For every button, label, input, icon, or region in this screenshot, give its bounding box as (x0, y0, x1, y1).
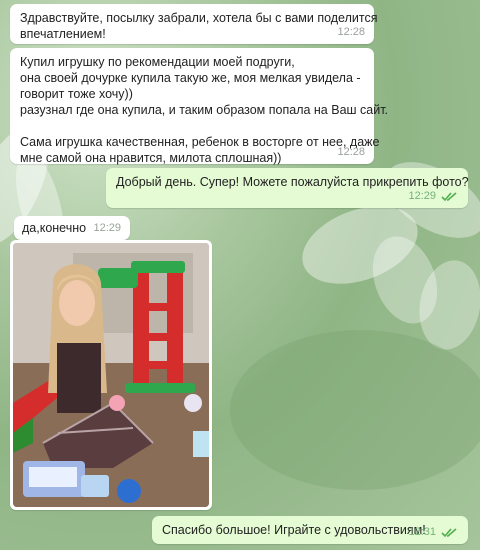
message-text: разузнал где она купила, и таким образом… (20, 103, 389, 117)
photo-illustration (13, 243, 209, 507)
double-check-icon (441, 192, 457, 202)
message-text: мне самой она нравится, милота сплошная)… (20, 151, 282, 165)
incoming-message[interactable]: Здравствуйте, посылку забрали, хотела бы… (10, 4, 378, 44)
message-time: 12:28 (337, 146, 365, 158)
message-text: она своей дочурке купила такую же, моя м… (20, 71, 361, 85)
message-text: Купил игрушку по рекомендации моей подру… (20, 55, 295, 69)
outgoing-message[interactable]: Спасибо большое! Играйте с удовольствиям… (152, 516, 468, 544)
photo-message[interactable] (10, 240, 212, 510)
message-time: 12:28 (337, 26, 365, 38)
incoming-message[interactable]: да,конечно 12:29 (14, 216, 130, 240)
message-text: говорит тоже хочу)) (20, 87, 133, 101)
message-text: Добрый день. Супер! Можете пожалуйста пр… (116, 175, 469, 189)
outgoing-message[interactable]: Добрый день. Супер! Можете пожалуйста пр… (106, 168, 469, 208)
double-check-icon (441, 528, 457, 538)
child-photo[interactable] (13, 243, 209, 507)
message-time: 12:29 (93, 222, 121, 234)
incoming-message[interactable]: Купил игрушку по рекомендации моей подру… (10, 48, 389, 165)
message-text: Сама игрушка качественная, ребенок в вос… (20, 135, 380, 149)
message-time: 12:29 (408, 190, 436, 202)
message-text: Здравствуйте, посылку забрали, хотела бы… (20, 11, 378, 25)
message-time: 12:31 (408, 526, 436, 538)
message-text: впечатлением! (20, 27, 106, 41)
